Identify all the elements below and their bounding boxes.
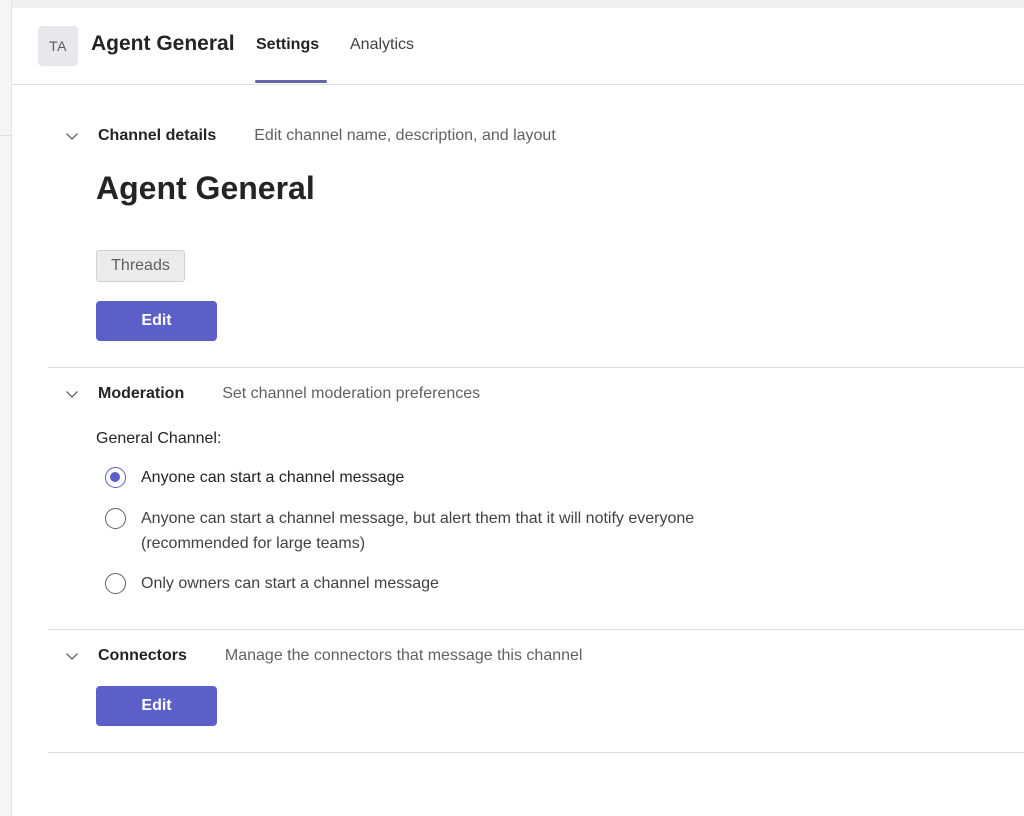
connectors-header[interactable]: Connectors Manage the connectors that me… [64,647,582,665]
chevron-down-icon[interactable] [64,648,80,664]
radio-label: Anyone can start a channel message [141,469,405,486]
moderation-option-anyone[interactable]: Anyone can start a channel message [105,467,721,490]
radio-label: Only owners can start a channel message [141,575,439,592]
section-divider [48,367,1024,368]
connectors-description: Manage the connectors that message this … [224,647,583,664]
moderation-header[interactable]: Moderation Set channel moderation prefer… [64,385,480,403]
moderation-option-owners-only[interactable]: Only owners can start a channel message [105,573,721,596]
channel-name: Agent General [96,170,315,206]
connectors-edit-button[interactable]: Edit [96,686,217,726]
avatar[interactable]: TA [38,26,78,66]
section-divider [48,752,1024,753]
left-rail [0,0,12,816]
active-tab-indicator [255,80,327,83]
header-title: Agent General [91,32,235,55]
channel-header: TA Agent General Settings Analytics [12,8,1024,85]
tab-settings[interactable]: Settings [256,36,319,54]
chevron-down-icon[interactable] [64,386,80,402]
tab-analytics[interactable]: Analytics [350,36,414,54]
channel-details-description: Edit channel name, description, and layo… [254,127,556,144]
connectors-title: Connectors [98,647,187,664]
radio-button[interactable] [105,573,126,594]
rail-divider [0,135,12,136]
channel-details-edit-button[interactable]: Edit [96,301,217,341]
top-strip [0,0,1024,8]
layout-tag: Threads [96,250,185,282]
moderation-description: Set channel moderation preferences [222,385,481,402]
radio-button[interactable] [105,467,126,488]
moderation-title: Moderation [98,385,185,402]
settings-page: TA Agent General Settings Analytics Chan… [12,8,1024,816]
radio-label: Anyone can start a channel message, but … [141,510,695,552]
general-channel-label: General Channel: [96,430,222,447]
moderation-option-anyone-alert[interactable]: Anyone can start a channel message, but … [105,508,721,556]
chevron-down-icon[interactable] [64,128,80,144]
radio-button[interactable] [105,508,126,529]
channel-details-title: Channel details [98,127,217,144]
section-divider [48,629,1024,630]
channel-details-header[interactable]: Channel details Edit channel name, descr… [64,127,556,145]
